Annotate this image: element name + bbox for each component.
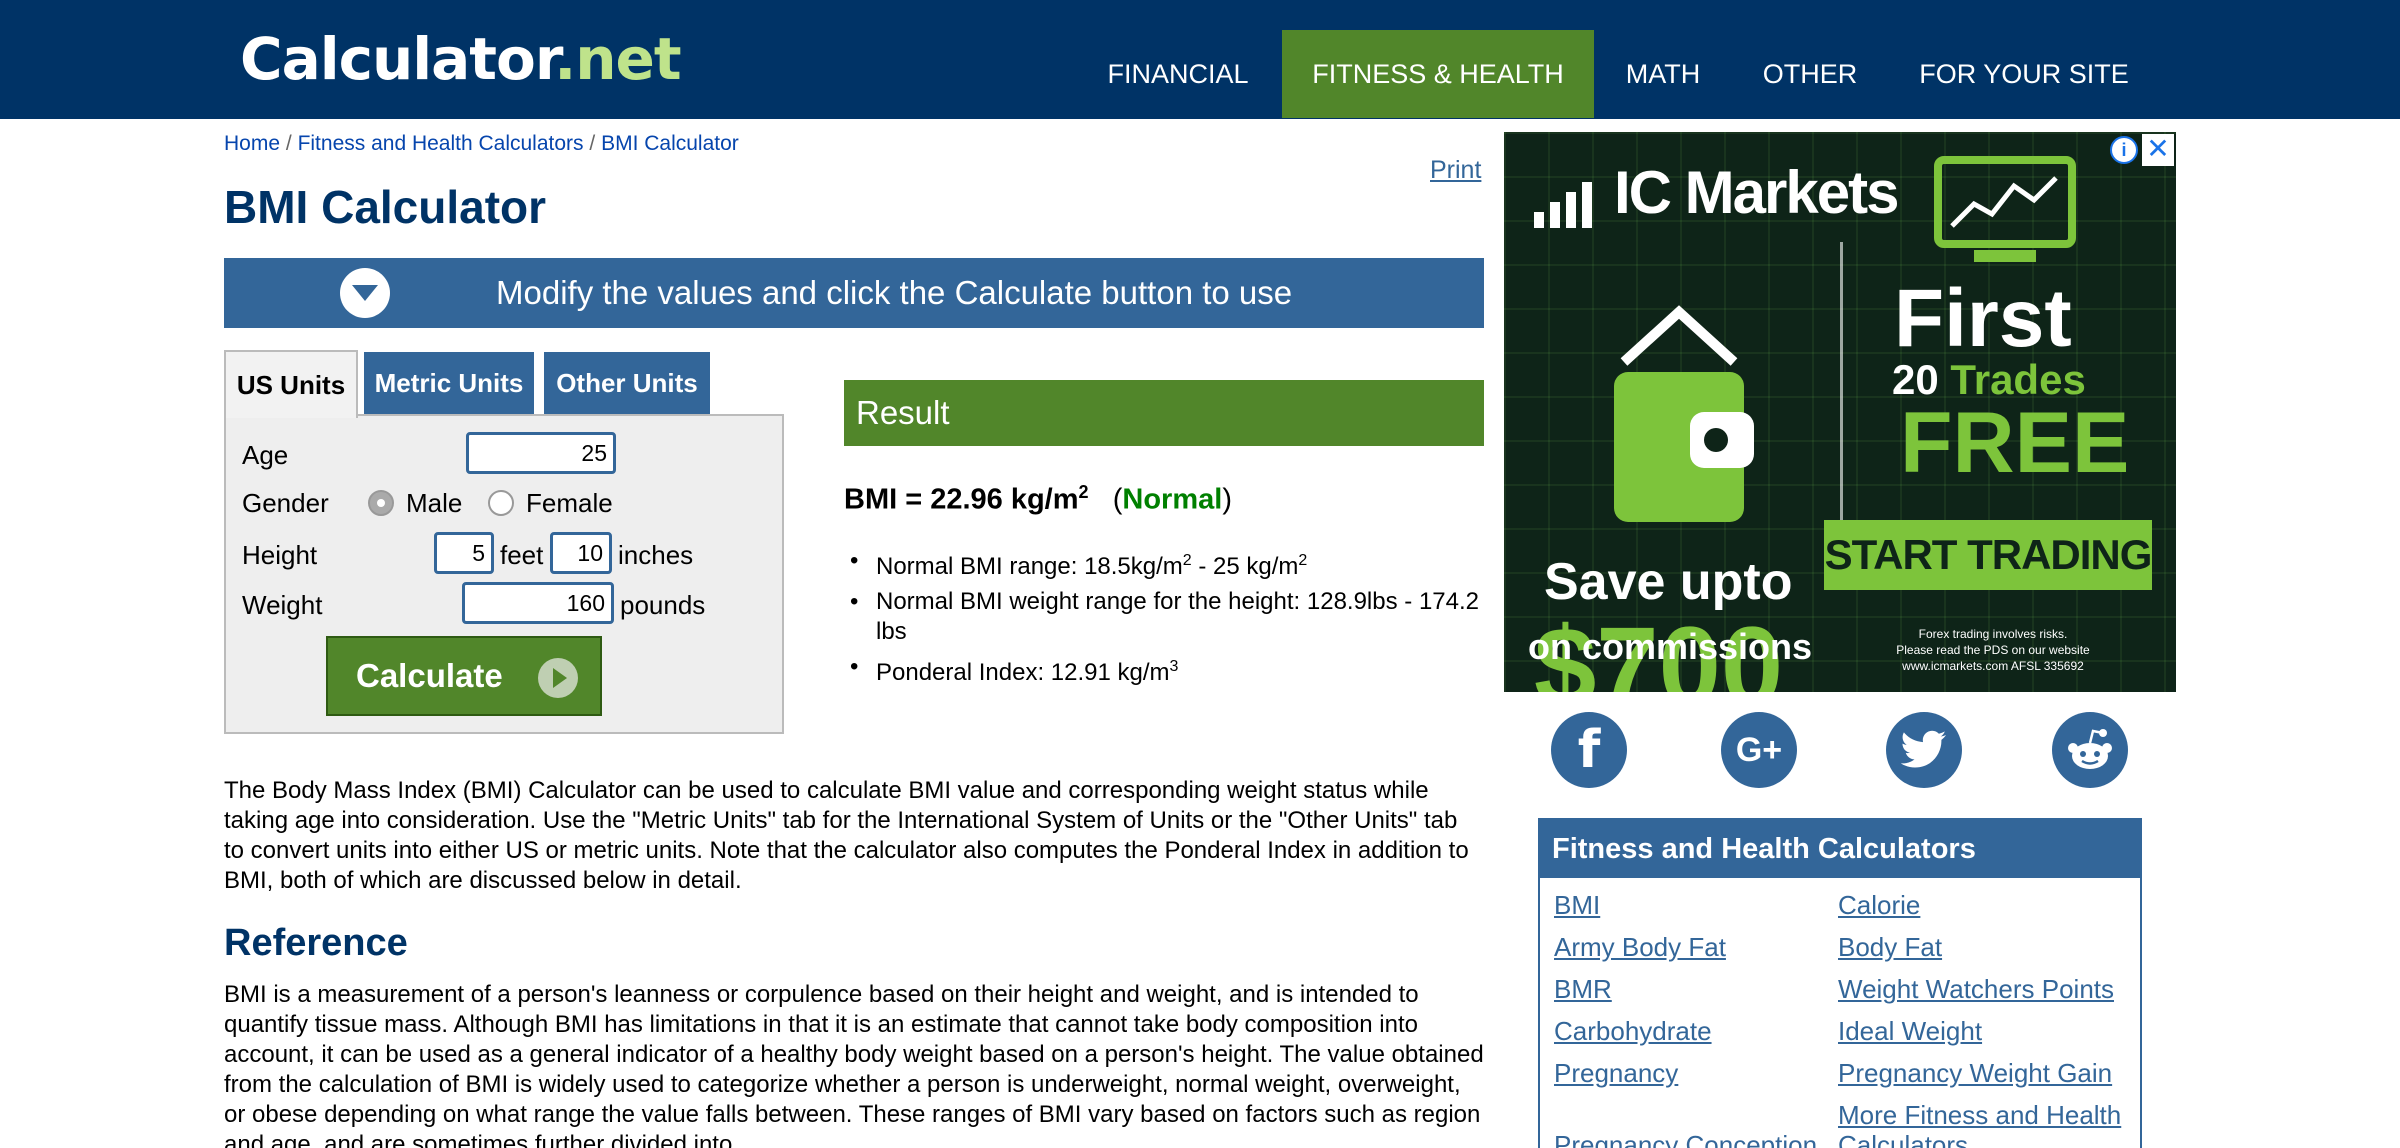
sidebar-link-army-body-fat[interactable]: Army Body Fat (1554, 932, 1726, 962)
ad-logo-bars-icon (1534, 176, 1610, 228)
reddit-icon[interactable] (2052, 712, 2128, 788)
ponderal-text: Ponderal Index: 12.91 kg/m (876, 659, 1170, 686)
breadcrumb-separator: / (589, 132, 596, 155)
breadcrumb-fitness-health[interactable]: Fitness and Health Calculators (298, 132, 584, 155)
logo-net-text: net (575, 25, 681, 93)
bmi-value-text: BMI = 22.96 kg/m (844, 483, 1079, 516)
height-inches-unit: inches (618, 540, 694, 570)
wallet-icon (1614, 305, 1754, 522)
gender-male-label: Male (406, 488, 463, 518)
height-feet-input[interactable]: 5 (434, 532, 494, 574)
age-label: Age (242, 440, 289, 470)
ad-on-commissions: on commissions (1528, 626, 1813, 667)
nav-math[interactable]: MATH (1604, 30, 1722, 118)
bmi-range-exp: 2 (1298, 552, 1308, 569)
breadcrumb: Home / Fitness and Health Calculators / … (224, 132, 739, 156)
sidebar-link-more-fitness-health[interactable]: More Fitness and Health (1838, 1100, 2121, 1130)
ponderal-exp: 3 (1169, 658, 1179, 675)
ad-fine-print-line: www.icmarkets.com AFSL 335692 (1902, 659, 2084, 673)
list-item-ponderal-index: Ponderal Index: 12.91 kg/m3 (844, 652, 1484, 688)
weight-label: Weight (242, 590, 323, 620)
banner-text: Modify the values and click the Calculat… (496, 274, 1293, 311)
google-plus-icon[interactable]: G+ (1721, 712, 1797, 788)
ad-first-text: First (1894, 273, 2072, 364)
tab-us-units[interactable]: US Units (224, 350, 358, 418)
breadcrumb-home[interactable]: Home (224, 132, 280, 155)
sidebar-title: Fitness and Health Calculators (1540, 820, 2140, 878)
calculate-label: Calculate (356, 657, 503, 694)
bmi-range-exp: 2 (1182, 552, 1192, 569)
gender-female-radio[interactable] (488, 490, 514, 516)
tab-other-units[interactable]: Other Units (544, 352, 710, 414)
sidebar-link-calorie[interactable]: Calorie (1838, 890, 1920, 920)
bmi-category: Normal (1122, 483, 1223, 516)
fitness-health-calculators-box: Fitness and Health Calculators BMI Army … (1538, 818, 2142, 1148)
open-paren: ( (1112, 483, 1123, 516)
ad-brand-name: IC Markets (1614, 159, 1899, 226)
sidebar-link-ideal-weight[interactable]: Ideal Weight (1838, 1016, 1982, 1046)
sidebar-link-weight-watchers-points[interactable]: Weight Watchers Points (1838, 974, 2114, 1004)
list-item-weight-range: Normal BMI weight range for the height: … (844, 587, 1484, 647)
ad-start-trading-button[interactable]: START TRADING (1824, 520, 2152, 590)
sidebar-link-bmr[interactable]: BMR (1554, 974, 1612, 1004)
list-item-bmi-range: Normal BMI range: 18.5kg/m2 - 25 kg/m2 (844, 546, 1484, 582)
sidebar-link-body-fat[interactable]: Body Fat (1838, 932, 1942, 962)
monitor-chart-icon (1934, 156, 2076, 262)
sidebar-link-carbohydrate[interactable]: Carbohydrate (1554, 1016, 1712, 1046)
play-arrow-icon (538, 658, 578, 698)
site-logo[interactable]: Calculator.net (240, 24, 682, 94)
ad-close-icon[interactable]: ✕ (2142, 134, 2174, 166)
breadcrumb-separator: / (285, 132, 292, 155)
nav-fitness-health[interactable]: FITNESS & HEALTH (1282, 30, 1594, 118)
nav-for-your-site[interactable]: FOR YOUR SITE (1900, 30, 2148, 118)
advertisement[interactable]: IC Markets Save upto $700 First 20 Trade… (1504, 132, 2176, 692)
bmi-result: BMI = 22.96 kg/m2 (Normal) (844, 482, 1232, 517)
instruction-banner[interactable]: Modify the values and click the Calculat… (224, 258, 1484, 328)
facebook-icon[interactable]: f (1551, 712, 1627, 788)
calculate-button[interactable]: Calculate (326, 636, 602, 716)
print-link[interactable]: Print (1430, 156, 1481, 185)
gender-female-label: Female (526, 488, 613, 518)
height-label: Height (242, 540, 318, 570)
tab-metric-units[interactable]: Metric Units (364, 352, 534, 414)
height-inches-input[interactable]: 10 (550, 532, 612, 574)
logo-main-text: Calculator (240, 25, 555, 93)
ad-fine-print-line: Please read the PDS on our website (1896, 643, 2090, 657)
gender-male-radio[interactable] (368, 490, 394, 516)
close-paren: ) (1222, 483, 1232, 516)
logo-dot: . (554, 25, 576, 93)
height-feet-unit: feet (500, 540, 544, 570)
page-title: BMI Calculator (224, 181, 547, 233)
top-navigation-bar: Calculator.net FINANCIAL FITNESS & HEALT… (0, 0, 2400, 119)
intro-paragraph: The Body Mass Index (BMI) Calculator can… (224, 777, 1469, 894)
ad-fine-print-line: Forex trading involves risks. (1918, 627, 2068, 641)
bmi-range-text: Normal BMI range: 18.5kg/m (876, 553, 1183, 580)
result-list: Normal BMI range: 18.5kg/m2 - 25 kg/m2 N… (844, 546, 1484, 693)
ad-fine-print: Forex trading involves risks. Please rea… (1858, 626, 2128, 674)
bmi-range-mid: - 25 kg/m (1191, 553, 1299, 580)
ad-free-text: FREE (1900, 395, 2130, 491)
breadcrumb-bmi-calculator[interactable]: BMI Calculator (601, 132, 739, 155)
nav-financial[interactable]: FINANCIAL (1092, 30, 1264, 118)
sidebar-link-pregnancy[interactable]: Pregnancy (1554, 1058, 1678, 1088)
ad-info-icon[interactable]: i (2110, 136, 2138, 164)
sidebar-link-bmi[interactable]: BMI (1554, 890, 1600, 920)
reference-paragraph: BMI is a measurement of a person's leann… (224, 981, 1484, 1148)
chevron-down-icon (340, 268, 390, 318)
gender-label: Gender (242, 488, 329, 518)
sidebar-link-more-fitness-health-calculators[interactable]: Calculators (1838, 1130, 1968, 1148)
weight-input[interactable]: 160 (462, 582, 614, 624)
twitter-icon[interactable] (1886, 712, 1962, 788)
result-header: Result (844, 380, 1484, 446)
weight-unit: pounds (620, 590, 706, 620)
nav-other[interactable]: OTHER (1742, 30, 1878, 118)
bmi-exponent: 2 (1078, 482, 1089, 502)
reference-heading: Reference (224, 922, 408, 964)
age-input[interactable]: 25 (466, 432, 616, 474)
sidebar-link-pregnancy-weight-gain[interactable]: Pregnancy Weight Gain (1838, 1058, 2112, 1088)
sidebar-link-pregnancy-conception[interactable]: Pregnancy Conception (1554, 1130, 1817, 1148)
